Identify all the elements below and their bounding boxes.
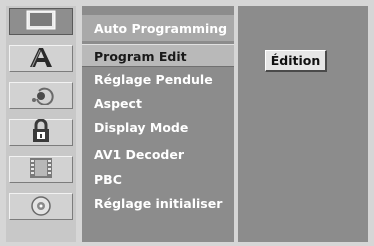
menu-item-program-edit[interactable]: Program Edit bbox=[82, 44, 234, 67]
edition-button[interactable]: Édition bbox=[265, 50, 327, 72]
menu-item-reglage-initialiser[interactable]: Réglage initialiser bbox=[82, 192, 234, 215]
category-film[interactable] bbox=[9, 156, 73, 183]
menu-item-av1-decoder[interactable]: AV1 Decoder bbox=[82, 143, 234, 166]
category-lock[interactable] bbox=[9, 118, 73, 147]
menu-item-display-mode[interactable]: Display Mode bbox=[82, 116, 234, 139]
option-panel: Édition bbox=[238, 6, 368, 242]
menu-item-aspect[interactable]: Aspect bbox=[82, 92, 234, 115]
category-language[interactable] bbox=[9, 45, 73, 72]
category-disc[interactable] bbox=[9, 193, 73, 220]
menu-item-auto-programming[interactable]: Auto Programming bbox=[82, 17, 234, 40]
category-audio[interactable] bbox=[9, 82, 73, 109]
settings-menu: Auto Programming Program Edit Réglage Pe… bbox=[82, 6, 234, 242]
setup-screen: Auto Programming Program Edit Réglage Pe… bbox=[0, 0, 374, 246]
language-a-icon bbox=[27, 46, 55, 72]
tv-icon bbox=[26, 10, 56, 34]
lock-icon bbox=[30, 118, 52, 147]
category-tv[interactable] bbox=[9, 8, 73, 35]
menu-item-reglage-pendule[interactable]: Réglage Pendule bbox=[82, 68, 234, 91]
category-icon-bar bbox=[6, 6, 76, 242]
disc-icon bbox=[28, 194, 54, 220]
film-icon bbox=[28, 157, 54, 183]
audio-icon bbox=[28, 83, 54, 109]
menu-item-pbc[interactable]: PBC bbox=[82, 168, 234, 191]
